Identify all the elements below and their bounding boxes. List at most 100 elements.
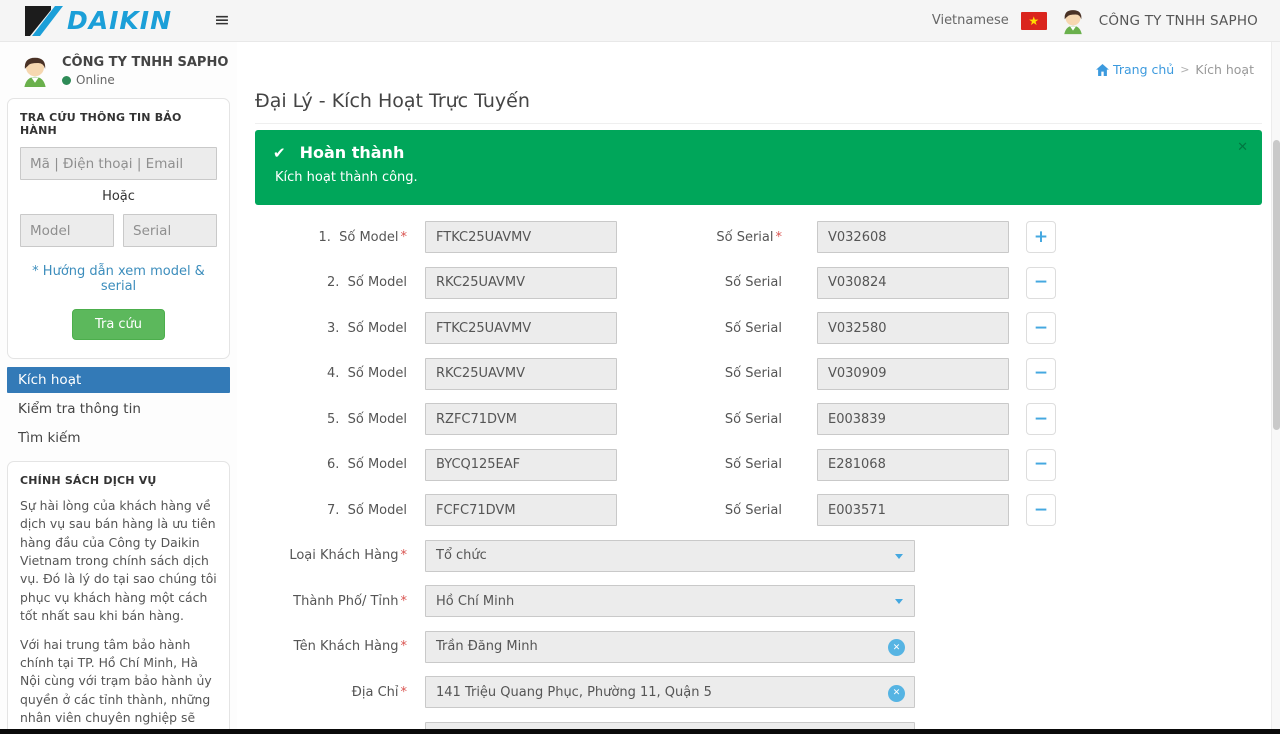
- serial-input-4[interactable]: [817, 358, 1009, 390]
- row-index: 7.: [327, 503, 339, 518]
- serial-label: Số Serial: [617, 321, 782, 336]
- device-row-6: 6. Số Model Số Serial −: [255, 449, 1262, 481]
- sidebar-item-check-info[interactable]: Kiểm tra thông tin: [7, 396, 230, 422]
- device-row-2: 2. Số Model Số Serial −: [255, 267, 1262, 299]
- row-index: 6.: [327, 457, 339, 472]
- model-input-2[interactable]: [425, 267, 617, 299]
- remove-row-button[interactable]: −: [1026, 403, 1056, 435]
- serial-input-3[interactable]: [817, 312, 1009, 344]
- breadcrumb-current: Kích hoạt: [1195, 62, 1254, 77]
- customer-name-input[interactable]: Trần Đăng Minh ✕: [425, 631, 915, 663]
- vertical-scrollbar[interactable]: [1271, 42, 1280, 734]
- city-row: Thành Phố/ Tỉnh* Hồ Chí Minh: [255, 585, 1262, 617]
- lookup-submit-button[interactable]: Tra cứu: [72, 309, 165, 340]
- alert-title: Hoàn thành: [300, 143, 405, 162]
- plus-icon: +: [1034, 227, 1048, 247]
- row-index: 3.: [327, 321, 339, 336]
- serial-input-6[interactable]: [817, 449, 1009, 481]
- address-row: Địa Chỉ* 141 Triệu Quang Phục, Phường 11…: [255, 676, 1262, 708]
- home-icon: [1096, 64, 1109, 76]
- serial-input-1[interactable]: [817, 221, 1009, 253]
- user-avatar[interactable]: [1059, 7, 1087, 35]
- field-label: Loại Khách Hàng: [289, 548, 398, 563]
- bottom-edge-bar: [0, 729, 1280, 734]
- row-index: 1.: [318, 230, 330, 245]
- minus-icon: −: [1034, 500, 1048, 520]
- remove-row-button[interactable]: −: [1026, 267, 1056, 299]
- scrollbar-thumb[interactable]: [1273, 140, 1280, 430]
- vietnam-flag-icon[interactable]: ★: [1021, 12, 1047, 30]
- model-input-7[interactable]: [425, 494, 617, 526]
- hamburger-menu-icon[interactable]: ≡: [214, 11, 230, 30]
- clear-icon[interactable]: ✕: [888, 685, 905, 702]
- model-serial-guide-link[interactable]: * Hướng dẫn xem model & serial: [20, 264, 217, 294]
- model-input-6[interactable]: [425, 449, 617, 481]
- serial-label: Số Serial: [617, 457, 782, 472]
- model-label: Số Model: [348, 457, 407, 472]
- online-status-dot: [62, 76, 71, 85]
- sidebar: CÔNG TY TNHH SAPHO Online TRA CỨU THÔNG …: [0, 42, 237, 734]
- model-input-5[interactable]: [425, 403, 617, 435]
- model-label: Số Model: [348, 275, 407, 290]
- customer-name-row: Tên Khách Hàng* Trần Đăng Minh ✕: [255, 631, 1262, 663]
- policy-paragraph-1: Sự hài lòng của khách hàng về dịch vụ sa…: [20, 497, 217, 626]
- minus-icon: −: [1034, 318, 1048, 338]
- sidebar-user-name: CÔNG TY TNHH SAPHO: [62, 55, 228, 70]
- breadcrumb-separator: >: [1180, 63, 1189, 76]
- field-label: Địa Chỉ: [352, 685, 399, 700]
- or-label: Hoặc: [20, 189, 217, 204]
- lookup-serial-input[interactable]: [123, 214, 217, 247]
- field-label: Thành Phố/ Tỉnh: [293, 594, 398, 609]
- clear-icon[interactable]: ✕: [888, 639, 905, 656]
- serial-input-5[interactable]: [817, 403, 1009, 435]
- lookup-card-title: TRA CỨU THÔNG TIN BẢO HÀNH: [20, 111, 217, 137]
- serial-input-2[interactable]: [817, 267, 1009, 299]
- top-header: DAIKIN ≡ Vietnamese ★ CÔNG TY TNHH SAPHO: [0, 0, 1280, 42]
- remove-row-button[interactable]: −: [1026, 358, 1056, 390]
- model-input-4[interactable]: [425, 358, 617, 390]
- warranty-lookup-card: TRA CỨU THÔNG TIN BẢO HÀNH Hoặc * Hướng …: [7, 98, 230, 359]
- alert-close-icon[interactable]: ✕: [1237, 140, 1248, 155]
- breadcrumb-home-link[interactable]: Trang chủ: [1096, 62, 1174, 77]
- customer-type-row: Loại Khách Hàng* Tổ chức: [255, 540, 1262, 572]
- daikin-logo[interactable]: DAIKIN: [25, 6, 172, 36]
- required-mark: *: [401, 639, 408, 654]
- policy-paragraph-2: Với hai trung tâm bảo hành chính tại TP.…: [20, 636, 217, 734]
- select-value: Hồ Chí Minh: [436, 594, 514, 609]
- daikin-logo-mark: [25, 6, 63, 36]
- check-icon: ✔: [273, 144, 286, 162]
- remove-row-button[interactable]: −: [1026, 449, 1056, 481]
- header-user-name[interactable]: CÔNG TY TNHH SAPHO: [1099, 13, 1258, 29]
- breadcrumb: Trang chủ > Kích hoạt: [1096, 62, 1254, 77]
- service-policy-card: CHÍNH SÁCH DỊCH VỤ Sự hài lòng của khách…: [7, 461, 230, 734]
- address-input[interactable]: 141 Triệu Quang Phục, Phường 11, Quận 5 …: [425, 676, 915, 708]
- model-label: Số Model: [348, 412, 407, 427]
- device-row-3: 3. Số Model Số Serial −: [255, 312, 1262, 344]
- main-content: Trang chủ > Kích hoạt Đại Lý - Kích Hoạt…: [237, 42, 1280, 734]
- required-mark: *: [401, 548, 408, 563]
- add-row-button[interactable]: +: [1026, 221, 1056, 253]
- lookup-code-input[interactable]: [20, 147, 217, 180]
- model-label: Số Model: [348, 366, 407, 381]
- model-input-3[interactable]: [425, 312, 617, 344]
- serial-input-7[interactable]: [817, 494, 1009, 526]
- daikin-logo-text: DAIKIN: [67, 8, 172, 33]
- model-input-1[interactable]: [425, 221, 617, 253]
- page-title: Đại Lý - Kích Hoạt Trực Tuyến: [255, 90, 530, 112]
- minus-icon: −: [1034, 363, 1048, 383]
- lookup-model-input[interactable]: [20, 214, 114, 247]
- sidebar-item-activate[interactable]: Kích hoạt: [7, 367, 230, 393]
- remove-row-button[interactable]: −: [1026, 494, 1056, 526]
- customer-type-select[interactable]: Tổ chức: [425, 540, 915, 572]
- device-row-7: 7. Số Model Số Serial −: [255, 494, 1262, 526]
- success-alert: ✔ Hoàn thành Kích hoạt thành công. ✕: [255, 130, 1262, 205]
- activation-form: 1. Số Model * Số Serial * + 2. Số Model Số…: [255, 221, 1262, 734]
- language-label[interactable]: Vietnamese: [932, 13, 1009, 28]
- required-mark: *: [401, 594, 408, 609]
- serial-label: Số Serial: [716, 230, 773, 245]
- sidebar-item-search[interactable]: Tìm kiếm: [7, 425, 230, 451]
- alert-message: Kích hoạt thành công.: [275, 170, 1244, 185]
- city-select[interactable]: Hồ Chí Minh: [425, 585, 915, 617]
- minus-icon: −: [1034, 272, 1048, 292]
- remove-row-button[interactable]: −: [1026, 312, 1056, 344]
